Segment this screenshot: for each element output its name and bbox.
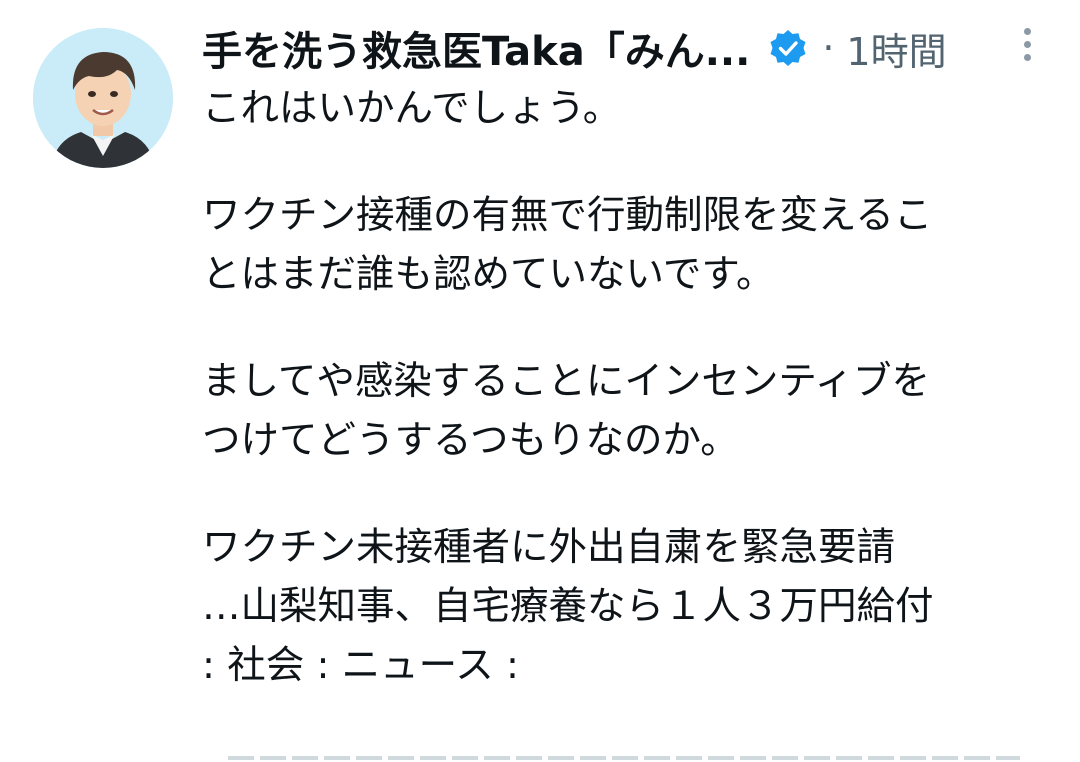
header-separator: ·: [822, 26, 835, 70]
verified-badge-icon: [768, 28, 808, 68]
tweet-text-line: …山梨知事、自宅療養なら１人３万円給付: [202, 584, 934, 629]
tweet-text-line: これはいかんでしょう。: [202, 86, 622, 131]
user-avatar-illustration: [33, 28, 173, 168]
user-avatar[interactable]: [33, 28, 173, 168]
tweet[interactable]: 手を洗う救急医Taka「みん... · 1時間 これはいかんでしょう。 ワクチン…: [0, 0, 1080, 762]
more-options-vertical-icon[interactable]: [1012, 22, 1042, 76]
tweet-text-line: ワクチン未接種者に外出自粛を緊急要請: [202, 525, 896, 570]
tweet-timestamp[interactable]: 1時間: [846, 21, 946, 76]
tweet-text-line: とはまだ誰も認めていないです。: [202, 252, 775, 297]
tweet-text-line: ワクチン接種の有無で行動制限を変えるこ: [202, 193, 933, 238]
tweet-header: 手を洗う救急医Taka「みん... · 1時間: [202, 20, 1052, 76]
author-display-name[interactable]: 手を洗う救急医Taka「みん...: [202, 19, 750, 77]
tweet-text-line: : 社会 : ニュース :: [202, 643, 519, 688]
link-card-top-edge[interactable]: [228, 756, 1020, 760]
tweet-text-line: つけてどうするつもりなのか。: [202, 418, 739, 463]
tweet-text: これはいかんでしょう。 ワクチン接種の有無で行動制限を変えるこ とはまだ誰も認め…: [202, 79, 1052, 695]
tweet-text-line: ましてや感染することにインセンティブを: [202, 359, 931, 404]
